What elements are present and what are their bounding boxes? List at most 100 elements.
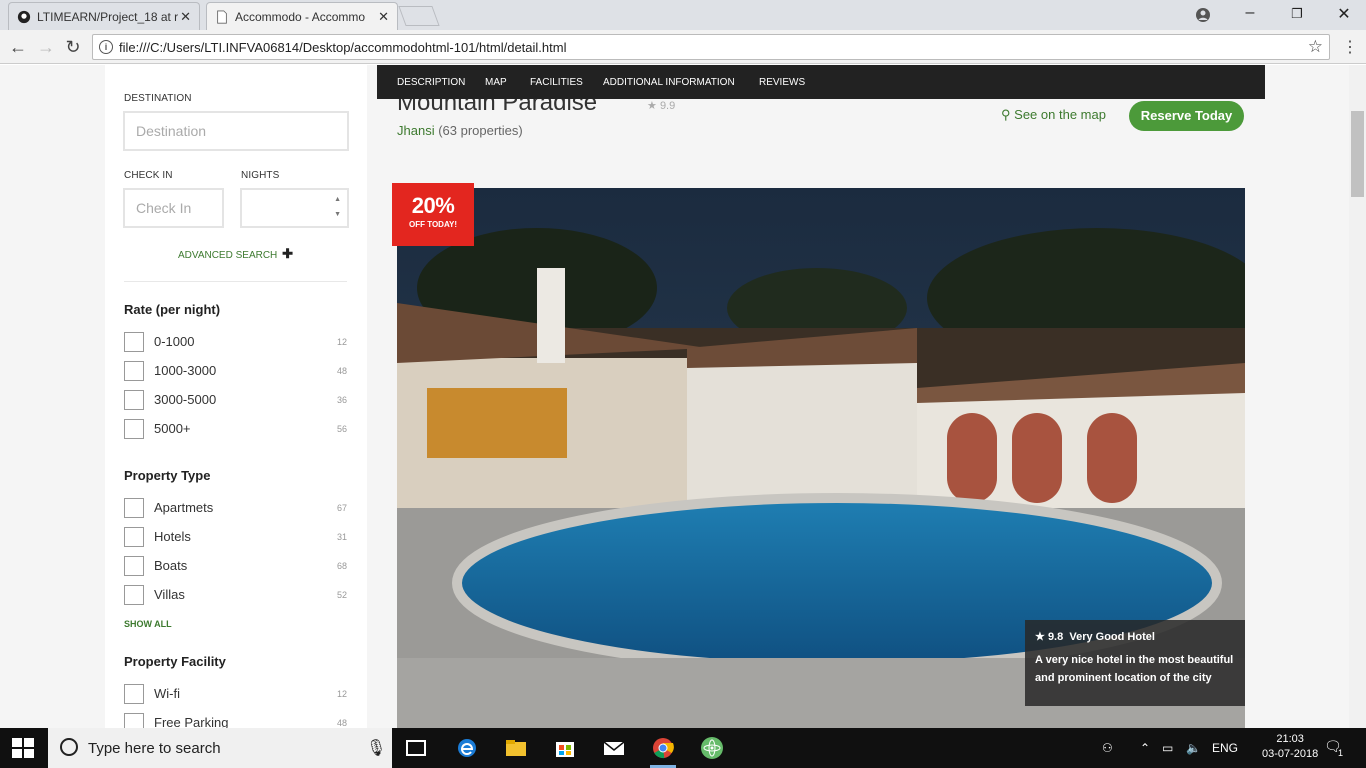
- clock-date: 03-07-2018: [1262, 748, 1319, 760]
- browser-tabbar: LTIMEARN/Project_18 at r ✕ Accommodo - A…: [0, 0, 1366, 30]
- destination-label: DESTINATION: [124, 93, 192, 104]
- rate-option[interactable]: 3000-5000 36: [124, 390, 347, 410]
- language-indicator[interactable]: ENG: [1212, 741, 1238, 755]
- checkbox[interactable]: [124, 585, 144, 605]
- close-window-icon[interactable]: ✕: [1334, 4, 1354, 24]
- option-label: 1000-3000: [154, 363, 217, 378]
- option-count: 36: [336, 395, 347, 405]
- menu-icon[interactable]: ⋮: [1342, 37, 1358, 57]
- volume-icon[interactable]: 🔈: [1186, 741, 1201, 755]
- discount-text: OFF TODAY!: [408, 220, 457, 229]
- hotel-location: Jhansi (63 properties): [397, 123, 523, 138]
- type-option[interactable]: Boats 68: [124, 556, 347, 576]
- chevron-up-icon[interactable]: ⌃: [1140, 741, 1150, 755]
- city-link[interactable]: Jhansi: [397, 123, 435, 138]
- back-icon[interactable]: ←: [8, 37, 28, 58]
- tab-additional-information[interactable]: ADDITIONAL INFORMATION: [603, 77, 735, 88]
- new-tab-button[interactable]: [398, 6, 440, 26]
- type-option[interactable]: Hotels 31: [124, 527, 347, 547]
- microphone-icon[interactable]: 🎙: [366, 738, 386, 758]
- rate-title: Rate (per night): [124, 302, 221, 317]
- address-bar[interactable]: i file:///C:/Users/LTI.INFVA06814/Deskto…: [92, 34, 1330, 60]
- checkbox[interactable]: [124, 556, 144, 576]
- option-label: Free Parking: [154, 715, 229, 728]
- review-label: Very Good Hotel: [1069, 631, 1155, 643]
- destination-input[interactable]: Destination: [123, 111, 349, 151]
- discount-percent: 20%: [411, 193, 455, 218]
- rate-option[interactable]: 1000-3000 48: [124, 361, 347, 381]
- hotel-detail: Mountain Paradise ★ 9.9 Jhansi (63 prope…: [377, 65, 1265, 728]
- checkbox[interactable]: [124, 419, 144, 439]
- people-icon[interactable]: ⚇: [1102, 741, 1113, 755]
- restore-icon[interactable]: ❐: [1287, 6, 1307, 22]
- plus-icon: ✚: [282, 246, 293, 261]
- review-header: ★ 9.8 Very Good Hotel: [1035, 630, 1235, 643]
- advanced-search-label: ADVANCED SEARCH: [178, 250, 278, 261]
- tab-description[interactable]: DESCRIPTION: [397, 77, 465, 88]
- forward-icon[interactable]: →: [36, 37, 56, 58]
- type-option[interactable]: Villas 52: [124, 585, 347, 605]
- review-text: A very nice hotel in the most beautiful …: [1035, 654, 1234, 684]
- review-overlay: ★ 9.8 Very Good Hotel A very nice hotel …: [1025, 620, 1245, 706]
- close-icon[interactable]: ✕: [180, 9, 191, 25]
- tab-map[interactable]: MAP: [485, 77, 507, 88]
- reload-icon[interactable]: ↻: [63, 37, 83, 58]
- nights-stepper[interactable]: ▲ ▼: [240, 188, 349, 228]
- windows-taskbar: Type here to search 🎙 ⚇ ⌃ ▭ 🔈 ENG 21:03 …: [0, 728, 1366, 768]
- advanced-search-link[interactable]: ADVANCED SEARCH ✚: [178, 246, 293, 262]
- checkbox[interactable]: [124, 498, 144, 518]
- search-icon: [60, 738, 78, 756]
- store-icon[interactable]: [553, 736, 577, 760]
- network-icon[interactable]: ▭: [1162, 741, 1173, 755]
- close-icon[interactable]: ✕: [378, 9, 389, 25]
- checkbox[interactable]: [124, 684, 144, 704]
- bookmark-star-icon[interactable]: ☆: [1308, 37, 1323, 57]
- mail-icon[interactable]: [602, 736, 626, 760]
- option-label: Hotels: [154, 529, 191, 544]
- option-label: Boats: [154, 558, 188, 573]
- profile-icon[interactable]: [1195, 7, 1211, 23]
- type-option[interactable]: Apartmets 67: [124, 498, 347, 518]
- hotel-rating: ★ 9.9: [647, 99, 675, 112]
- taskbar-search[interactable]: Type here to search 🎙: [48, 728, 392, 768]
- facility-option[interactable]: Free Parking 48: [124, 713, 347, 728]
- tab-reviews[interactable]: REVIEWS: [759, 77, 805, 88]
- option-count: 12: [336, 689, 347, 699]
- chrome-icon[interactable]: [651, 736, 675, 760]
- minimize-icon[interactable]: –: [1240, 4, 1260, 22]
- windows-start-icon[interactable]: [12, 738, 34, 758]
- checkbox[interactable]: [124, 361, 144, 381]
- checkin-placeholder: Check In: [136, 200, 192, 216]
- checkbox[interactable]: [124, 527, 144, 547]
- tab-facilities[interactable]: FACILITIES: [530, 77, 583, 88]
- checkbox[interactable]: [124, 390, 144, 410]
- tab-title: LTIMEARN/Project_18 at r: [37, 9, 179, 24]
- rating-value: 9.9: [659, 100, 676, 112]
- checkin-input[interactable]: Check In: [123, 188, 224, 228]
- checkbox[interactable]: [124, 713, 144, 728]
- star-icon: ★: [647, 100, 657, 112]
- page-scrollbar[interactable]: [1349, 65, 1366, 728]
- facility-option[interactable]: Wi-fi 12: [124, 684, 347, 704]
- tab-accommodo[interactable]: Accommodo - Accommo ✕: [206, 2, 398, 30]
- checkin-label: CHECK IN: [124, 170, 173, 181]
- clock[interactable]: 21:03 03-07-2018: [1262, 732, 1318, 762]
- rate-option[interactable]: 0-1000 12: [124, 332, 347, 352]
- edge-icon[interactable]: [455, 736, 479, 760]
- show-all-link[interactable]: SHOW ALL: [124, 619, 172, 629]
- stepper-up-icon[interactable]: ▲: [334, 196, 341, 203]
- property-count: (63 properties): [438, 123, 523, 138]
- rate-option[interactable]: 5000+ 56: [124, 419, 347, 439]
- info-icon[interactable]: i: [99, 40, 113, 54]
- tab-github[interactable]: LTIMEARN/Project_18 at r ✕: [8, 2, 200, 30]
- map-marker-icon: ⚲: [1001, 107, 1011, 122]
- see-on-map-link[interactable]: ⚲ See on the map: [1001, 107, 1106, 123]
- search-sidebar: DESTINATION Destination CHECK IN Check I…: [105, 65, 367, 728]
- atom-icon[interactable]: [700, 736, 724, 760]
- file-explorer-icon[interactable]: [504, 736, 528, 760]
- checkbox[interactable]: [124, 332, 144, 352]
- reserve-button[interactable]: Reserve Today: [1129, 101, 1244, 131]
- task-view-icon[interactable]: [404, 736, 428, 760]
- stepper-down-icon[interactable]: ▼: [334, 211, 341, 218]
- scrollbar-thumb[interactable]: [1351, 111, 1364, 197]
